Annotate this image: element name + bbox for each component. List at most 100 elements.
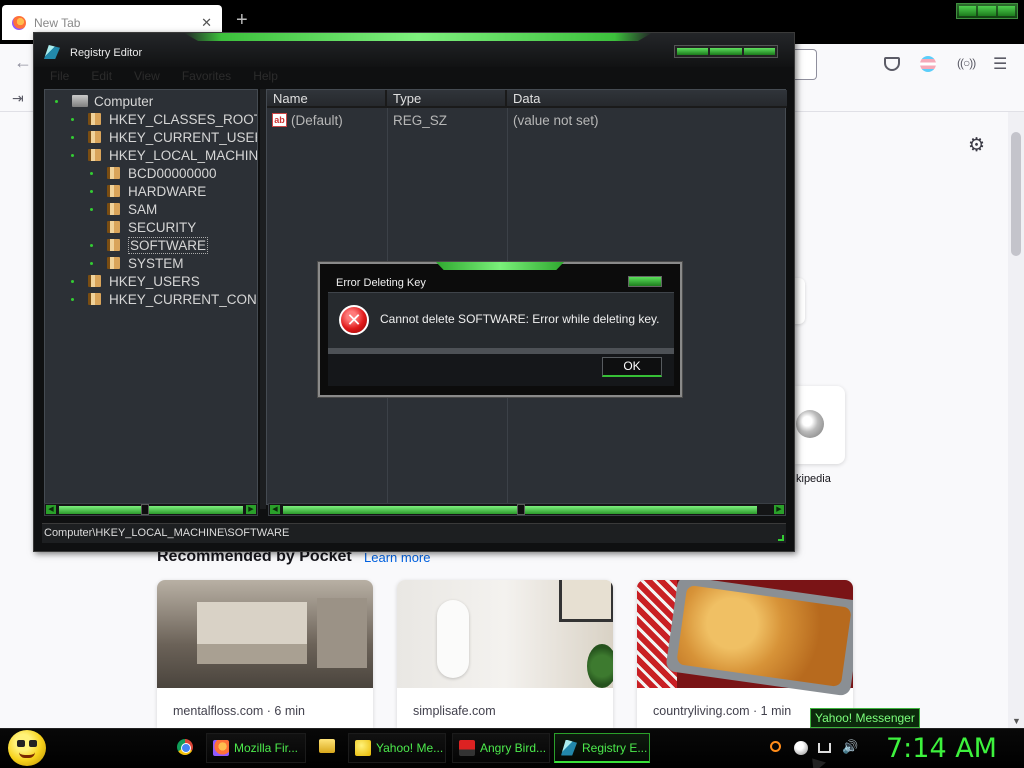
tooltip: Yahoo! Messenger: [810, 708, 920, 728]
taskbar-button-firefox[interactable]: Mozilla Fir...: [206, 733, 306, 763]
tree-item-computer[interactable]: Computer: [55, 92, 153, 110]
search-icon[interactable]: [770, 741, 781, 752]
scrollbar-thumb[interactable]: [1011, 132, 1021, 256]
tree-item-security[interactable]: SECURITY: [90, 218, 196, 236]
column-header-data[interactable]: Data: [507, 90, 787, 108]
volume-icon[interactable]: 🔊: [842, 739, 858, 754]
tree-item-hkcr[interactable]: HKEY_CLASSES_ROOT: [71, 110, 257, 128]
taskbar-button-angry-birds[interactable]: Angry Bird...: [452, 733, 550, 763]
scroll-left-arrow-icon[interactable]: ◀: [270, 505, 280, 514]
hamburger-menu-icon[interactable]: ☰: [993, 54, 1007, 74]
taskbar-clock[interactable]: 7:14 AM: [886, 733, 997, 764]
tab-close-icon[interactable]: ✕: [201, 15, 212, 31]
messenger-tray-icon[interactable]: [794, 741, 808, 755]
card-source: simplisafe.com: [413, 704, 496, 718]
menu-view[interactable]: View: [134, 69, 160, 85]
scroll-left-arrow-icon[interactable]: ◀: [46, 505, 56, 514]
angry-birds-icon: [459, 740, 475, 756]
registry-icon: [44, 45, 60, 59]
folder-icon: [88, 275, 101, 287]
network-icon[interactable]: [818, 743, 831, 753]
tree-item-sam[interactable]: SAM: [90, 200, 157, 218]
folder-icon: [107, 239, 120, 251]
tree-item-bcd[interactable]: BCD00000000: [90, 164, 217, 182]
menu-favorites[interactable]: Favorites: [182, 69, 231, 85]
wikipedia-globe-icon: [796, 410, 824, 438]
folder-icon[interactable]: [319, 739, 335, 753]
registry-tree[interactable]: Computer HKEY_CLASSES_ROOT HKEY_CURRENT_…: [44, 89, 258, 505]
registry-icon: [561, 739, 577, 756]
scroll-right-arrow-icon[interactable]: ▶: [246, 505, 256, 514]
error-icon: ✕: [339, 305, 369, 335]
status-bar: Computer\HKEY_LOCAL_MACHINE\SOFTWARE: [42, 523, 786, 543]
pocket-card[interactable]: mentalfloss.com · 6 min: [157, 580, 373, 728]
firefox-icon: [12, 15, 26, 30]
card-image: [157, 580, 373, 688]
dialog-close-button[interactable]: [628, 276, 662, 287]
browser-window-controls[interactable]: [956, 3, 1018, 19]
card-source: countryliving.com · 1 min: [653, 704, 792, 718]
menu-edit[interactable]: Edit: [91, 69, 112, 85]
error-dialog: Error Deleting Key ✕ Cannot delete SOFTW…: [317, 261, 683, 398]
menu-help[interactable]: Help: [253, 69, 278, 85]
computer-icon: [72, 95, 88, 107]
column-header-type[interactable]: Type: [387, 90, 507, 108]
card-image: [637, 580, 853, 697]
pocket-card[interactable]: countryliving.com · 1 min: [637, 580, 853, 728]
taskbar-button-registry[interactable]: Registry E...: [554, 733, 650, 763]
scrollbar-thumb[interactable]: [141, 504, 149, 515]
tree-item-hklm[interactable]: HKEY_LOCAL_MACHINE: [71, 146, 257, 164]
dialog-body: ✕ Cannot delete SOFTWARE: Error while de…: [328, 292, 674, 348]
taskbar-button-yahoo[interactable]: Yahoo! Me...: [348, 733, 446, 763]
folder-icon: [107, 257, 120, 269]
folder-icon: [107, 167, 120, 179]
folder-icon: [88, 113, 101, 125]
tree-item-software[interactable]: SOFTWARE: [90, 236, 208, 254]
value-name[interactable]: (Default): [291, 112, 343, 130]
page-scrollbar[interactable]: ▼: [1008, 112, 1024, 728]
window-title: Registry Editor: [70, 47, 143, 59]
extensions-icon[interactable]: ((○)): [957, 56, 976, 70]
ok-button[interactable]: OK: [602, 357, 662, 377]
dialog-message: Cannot delete SOFTWARE: Error while dele…: [380, 312, 660, 326]
status-path: Computer\HKEY_LOCAL_MACHINE\SOFTWARE: [44, 527, 290, 539]
gear-icon[interactable]: ⚙: [968, 134, 985, 157]
scrollbar-thumb[interactable]: [517, 504, 525, 515]
scroll-down-arrow-icon[interactable]: ▼: [1012, 716, 1021, 726]
window-titlebar[interactable]: Registry Editor: [34, 33, 794, 67]
value-data: (value not set): [513, 113, 599, 128]
window-controls[interactable]: [674, 45, 778, 58]
folder-icon: [88, 293, 101, 305]
tab-title: New Tab: [34, 15, 81, 30]
scroll-right-arrow-icon[interactable]: ▶: [774, 505, 784, 514]
column-header-name[interactable]: Name: [267, 90, 387, 108]
back-arrow-icon[interactable]: ←: [14, 52, 32, 73]
folder-icon: [107, 221, 120, 233]
resize-grip-icon[interactable]: [778, 535, 784, 541]
learn-more-link[interactable]: Learn more: [364, 550, 430, 565]
firefox-icon: [213, 740, 229, 756]
menu-file[interactable]: File: [50, 69, 69, 85]
folder-icon: [88, 131, 101, 143]
account-icon[interactable]: [920, 56, 936, 72]
tree-item-hkcu[interactable]: HKEY_CURRENT_USER: [71, 128, 257, 146]
tree-item-hkcc[interactable]: HKEY_CURRENT_CONFI: [71, 290, 257, 308]
tree-item-hardware[interactable]: HARDWARE: [90, 182, 206, 200]
tree-item-system[interactable]: SYSTEM: [90, 254, 184, 272]
value-type: REG_SZ: [393, 113, 448, 128]
folder-icon: [88, 149, 101, 161]
dialog-title: Error Deleting Key: [336, 277, 426, 289]
sign-in-icon[interactable]: ⇥: [12, 90, 24, 107]
new-tab-button[interactable]: +: [236, 10, 248, 30]
tree-item-hku[interactable]: HKEY_USERS: [71, 272, 200, 290]
chrome-icon[interactable]: [177, 739, 193, 755]
menu-bar: File Edit View Favorites Help: [44, 69, 784, 85]
folder-icon: [107, 203, 120, 215]
card-source: mentalfloss.com · 6 min: [173, 704, 305, 718]
tree-horizontal-scrollbar[interactable]: ◀ ▶: [44, 503, 258, 516]
start-button[interactable]: [8, 730, 46, 766]
string-value-icon: ab: [272, 113, 287, 127]
list-horizontal-scrollbar[interactable]: ◀ ▶: [268, 503, 786, 516]
yahoo-icon: [355, 740, 371, 756]
pocket-card[interactable]: simplisafe.com: [397, 580, 613, 728]
